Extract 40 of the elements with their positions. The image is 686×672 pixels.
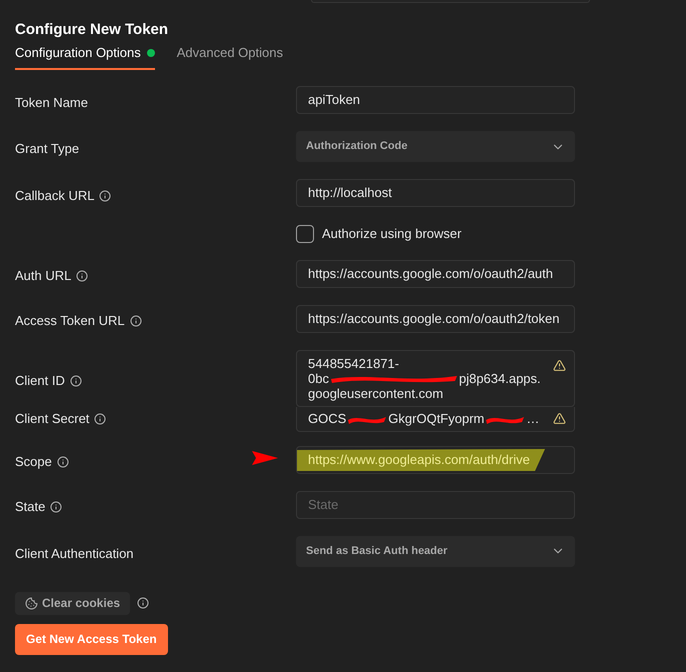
field-label: State — [15, 498, 46, 516]
input-field[interactable]: https://accounts.google.com/o/oauth2/auth — [296, 260, 575, 288]
field-text: pj8p634.apps. — [458, 370, 541, 386]
input-field[interactable]: apiToken — [296, 86, 575, 114]
field-label: Grant Type — [15, 140, 80, 158]
field-label: Token Name — [15, 94, 88, 112]
tab[interactable]: Configuration Options — [15, 43, 155, 70]
panel-title: Configure New Token — [15, 20, 168, 40]
info-icon[interactable] — [56, 456, 69, 468]
info-icon[interactable] — [99, 190, 112, 202]
field-text: 0bc — [308, 370, 329, 386]
field-text: 544855421871- — [308, 356, 400, 370]
checkbox-label: Authorize using browser — [322, 225, 462, 243]
input-field[interactable]: 544855421871- 0bc pj8p634.apps. googleusercontent.com — [296, 350, 575, 406]
info-icon[interactable] — [50, 501, 62, 513]
field-text: GOCS — [308, 411, 346, 426]
field-label: Client Secret — [15, 410, 90, 428]
field-label: Callback URL — [15, 186, 94, 205]
input-field[interactable]: GOCS GkgrOQtFyoprm … — [296, 406, 575, 432]
field-label: Client Authentication — [15, 544, 134, 563]
tab[interactable]: Advanced Options — [176, 43, 283, 70]
field-label: Scope — [15, 453, 52, 472]
field-label: Access Token URL — [15, 312, 125, 330]
field-text: GkgrOQtFyoprm — [388, 411, 484, 426]
clear-cookies-button[interactable]: Clear cookies — [15, 592, 130, 614]
field-label: Auth URL — [15, 267, 72, 286]
info-icon[interactable] — [137, 597, 150, 609]
info-icon[interactable] — [94, 413, 106, 425]
cookie-icon — [25, 596, 38, 610]
dropdown[interactable]: Authorization Code — [296, 131, 575, 162]
input-field[interactable]: https://accounts.google.com/o/oauth2/token — [296, 304, 575, 332]
dropdown[interactable]: Send as Basic Auth header — [296, 536, 575, 566]
field-label: Client ID — [15, 372, 65, 390]
info-icon[interactable] — [130, 315, 142, 327]
field-text: googleusercontent.com — [308, 386, 444, 400]
input-field[interactable]: http://localhost — [296, 179, 575, 207]
info-icon[interactable] — [76, 270, 88, 282]
info-icon[interactable] — [70, 374, 82, 386]
field-text: … — [526, 411, 540, 426]
checkbox[interactable] — [296, 224, 314, 243]
